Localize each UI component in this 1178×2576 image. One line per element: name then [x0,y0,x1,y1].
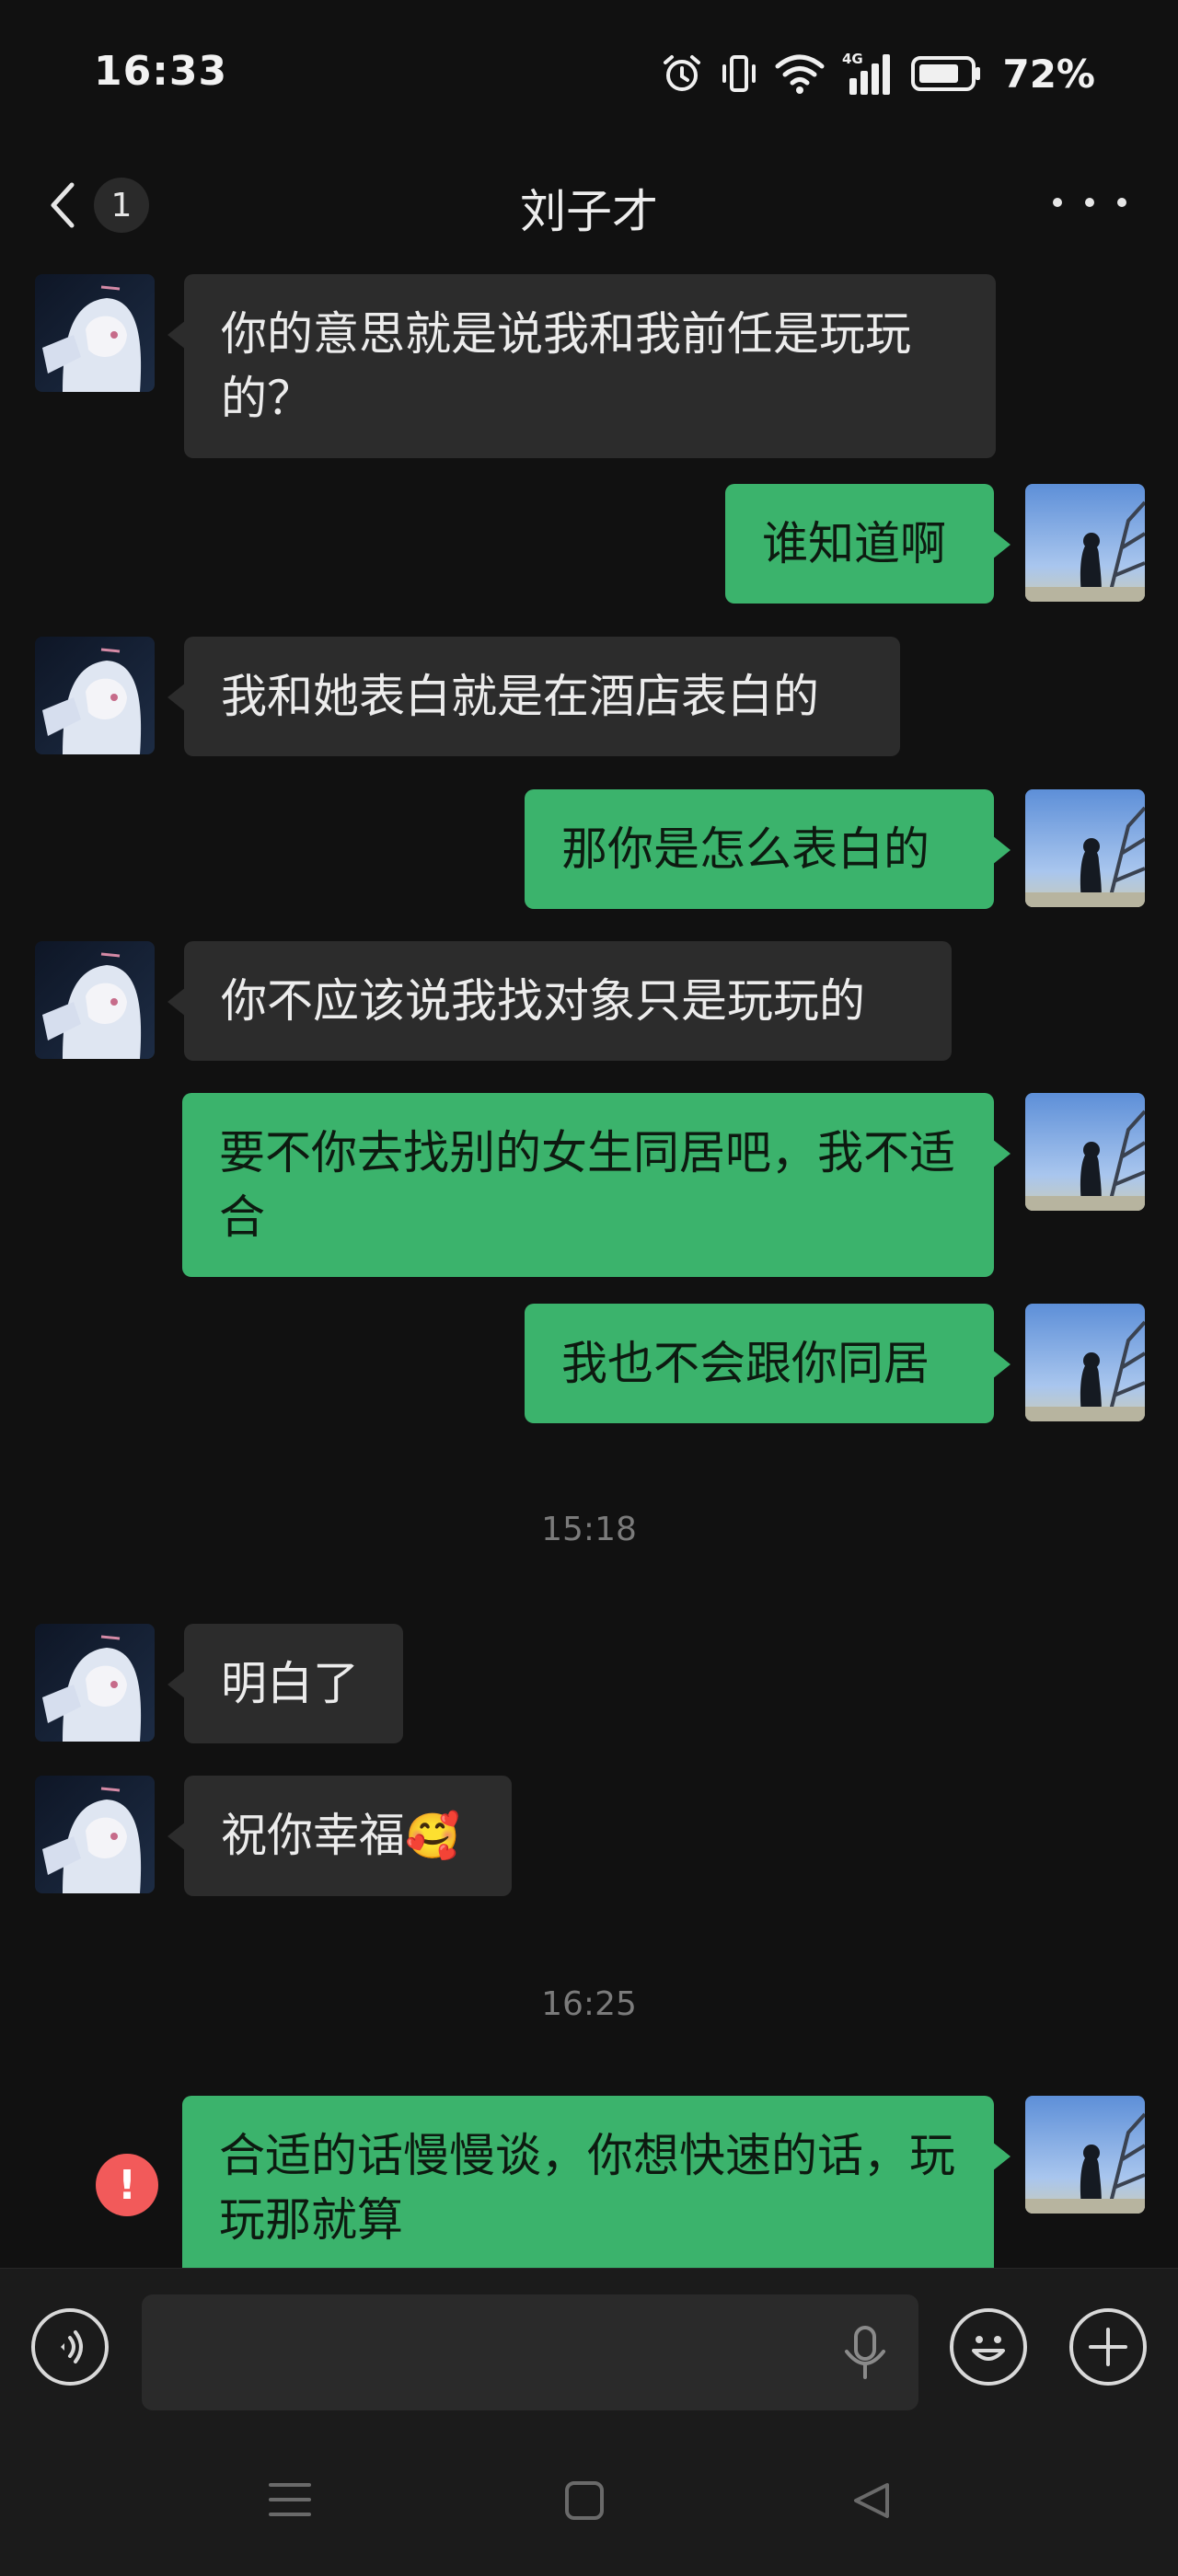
alarm-icon [664,55,701,91]
battery-percent: 72% [1002,51,1095,97]
contact-avatar[interactable] [35,1624,155,1742]
user-avatar[interactable] [1025,1093,1145,1211]
message-bubble-outgoing[interactable]: 要不你去找别的女生同居吧，我不适合 [182,1093,1011,1277]
cell-signal-icon: 4G [842,51,891,95]
message-bubble-incoming[interactable]: 我和她表白就是在酒店表白的 [167,637,900,756]
network-type: 4G [842,51,863,67]
plus-icon [1089,2328,1127,2366]
voice-mode-button[interactable] [31,2308,109,2386]
user-avatar[interactable] [1025,2096,1145,2214]
system-nav-bar [0,2424,1178,2576]
time-divider: 16:25 [541,1985,637,2023]
contact-avatar[interactable] [35,1776,155,1893]
nav-back-button[interactable] [850,2479,893,2522]
input-bar [0,2268,1178,2425]
more-dot [1117,198,1126,207]
emoji-button[interactable] [950,2308,1027,2386]
microphone-button[interactable] [839,2324,891,2386]
chat-title: 刘子才 [520,185,658,238]
message-bubble-outgoing[interactable]: 谁知道啊 [725,484,1011,604]
status-bar: 16:33 4G 72% [0,0,1178,138]
time-divider: 15:18 [541,1511,637,1548]
contact-avatar[interactable] [35,637,155,754]
emoji-icon [972,2336,1005,2361]
message-text: 祝你幸福 [221,1809,405,1862]
more-options-button[interactable] [1053,184,1126,221]
home-icon [565,2481,604,2520]
message-bubble-incoming[interactable]: 你的意思就是说我和我前任是玩玩的？ [167,274,996,458]
nav-menu-button[interactable] [267,2479,313,2520]
status-time: 16:33 [94,48,228,95]
message-bubble-outgoing[interactable]: 我也不会跟你同居 [525,1304,1011,1423]
menu-icon [269,2483,311,2516]
wifi-icon [775,54,825,94]
plus-button[interactable] [1069,2308,1147,2386]
message-bubble-outgoing[interactable]: 合适的话慢慢谈，你想快速的话，玩玩那就算 [182,2096,1011,2280]
voice-mode-icon [61,2330,83,2363]
chat-header: 1 刘子才 [0,147,1178,258]
battery-icon [911,56,981,91]
more-dot [1085,198,1094,207]
user-avatar[interactable] [1025,789,1145,907]
status-icons: 4G 72% [660,46,1095,101]
more-dot [1053,198,1062,207]
contact-avatar[interactable] [35,941,155,1059]
smiling-hearts-emoji: 🥰 [405,1811,460,1862]
nav-home-button[interactable] [563,2479,606,2522]
message-bubble-outgoing[interactable]: 那你是怎么表白的 [525,789,1011,909]
user-avatar[interactable] [1025,1304,1145,1421]
contact-avatar[interactable] [35,274,155,392]
back-icon [854,2483,889,2518]
message-bubble-incoming[interactable]: 明白了 [167,1624,403,1743]
message-input[interactable] [142,2294,918,2410]
user-avatar[interactable] [1025,484,1145,602]
message-bubble-incoming[interactable]: 祝你幸福🥰 [167,1776,512,1896]
vibrate-icon [722,55,756,92]
microphone-icon [845,2326,885,2379]
message-bubble-incoming[interactable]: 你不应该说我找对象只是玩玩的 [167,941,952,1061]
send-failed-icon[interactable]: ! [96,2154,158,2216]
